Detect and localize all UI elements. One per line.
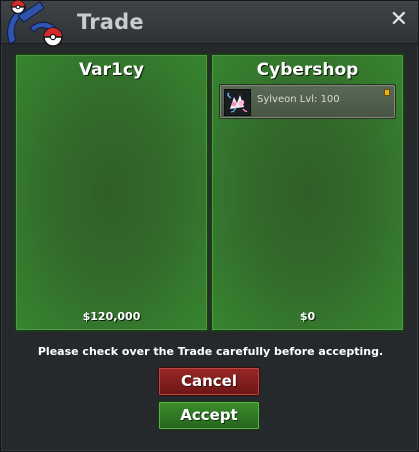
item-label: Sylveon Lvl: 100 <box>257 94 340 105</box>
sylveon-sprite-icon <box>224 89 251 116</box>
cancel-button[interactable]: Cancel <box>158 367 260 396</box>
pokeball-logo-icon <box>0 0 72 52</box>
trade-panel-partner: Cybershop Sylveon Lvl: 100 $0 <box>210 53 405 332</box>
trade-item-slot[interactable]: Sylveon Lvl: 100 <box>219 84 396 119</box>
trade-panel-self: Var1cy $120,000 <box>14 53 209 332</box>
accept-button[interactable]: Accept <box>158 401 260 430</box>
close-icon[interactable]: ✕ <box>390 8 408 32</box>
panel-money-amount: $0 <box>299 310 316 323</box>
panel-money-amount: $120,000 <box>82 310 141 323</box>
item-flag-icon <box>384 89 390 96</box>
trade-warning-message: Please check over the Trade carefully be… <box>37 345 384 358</box>
panel-player-name: Cybershop <box>256 60 359 80</box>
trade-window: Trade ✕ Var1cy $120,000 Cybershop Sylveo… <box>0 0 419 452</box>
window-title: Trade <box>77 10 144 34</box>
panel-player-name: Var1cy <box>78 60 145 80</box>
